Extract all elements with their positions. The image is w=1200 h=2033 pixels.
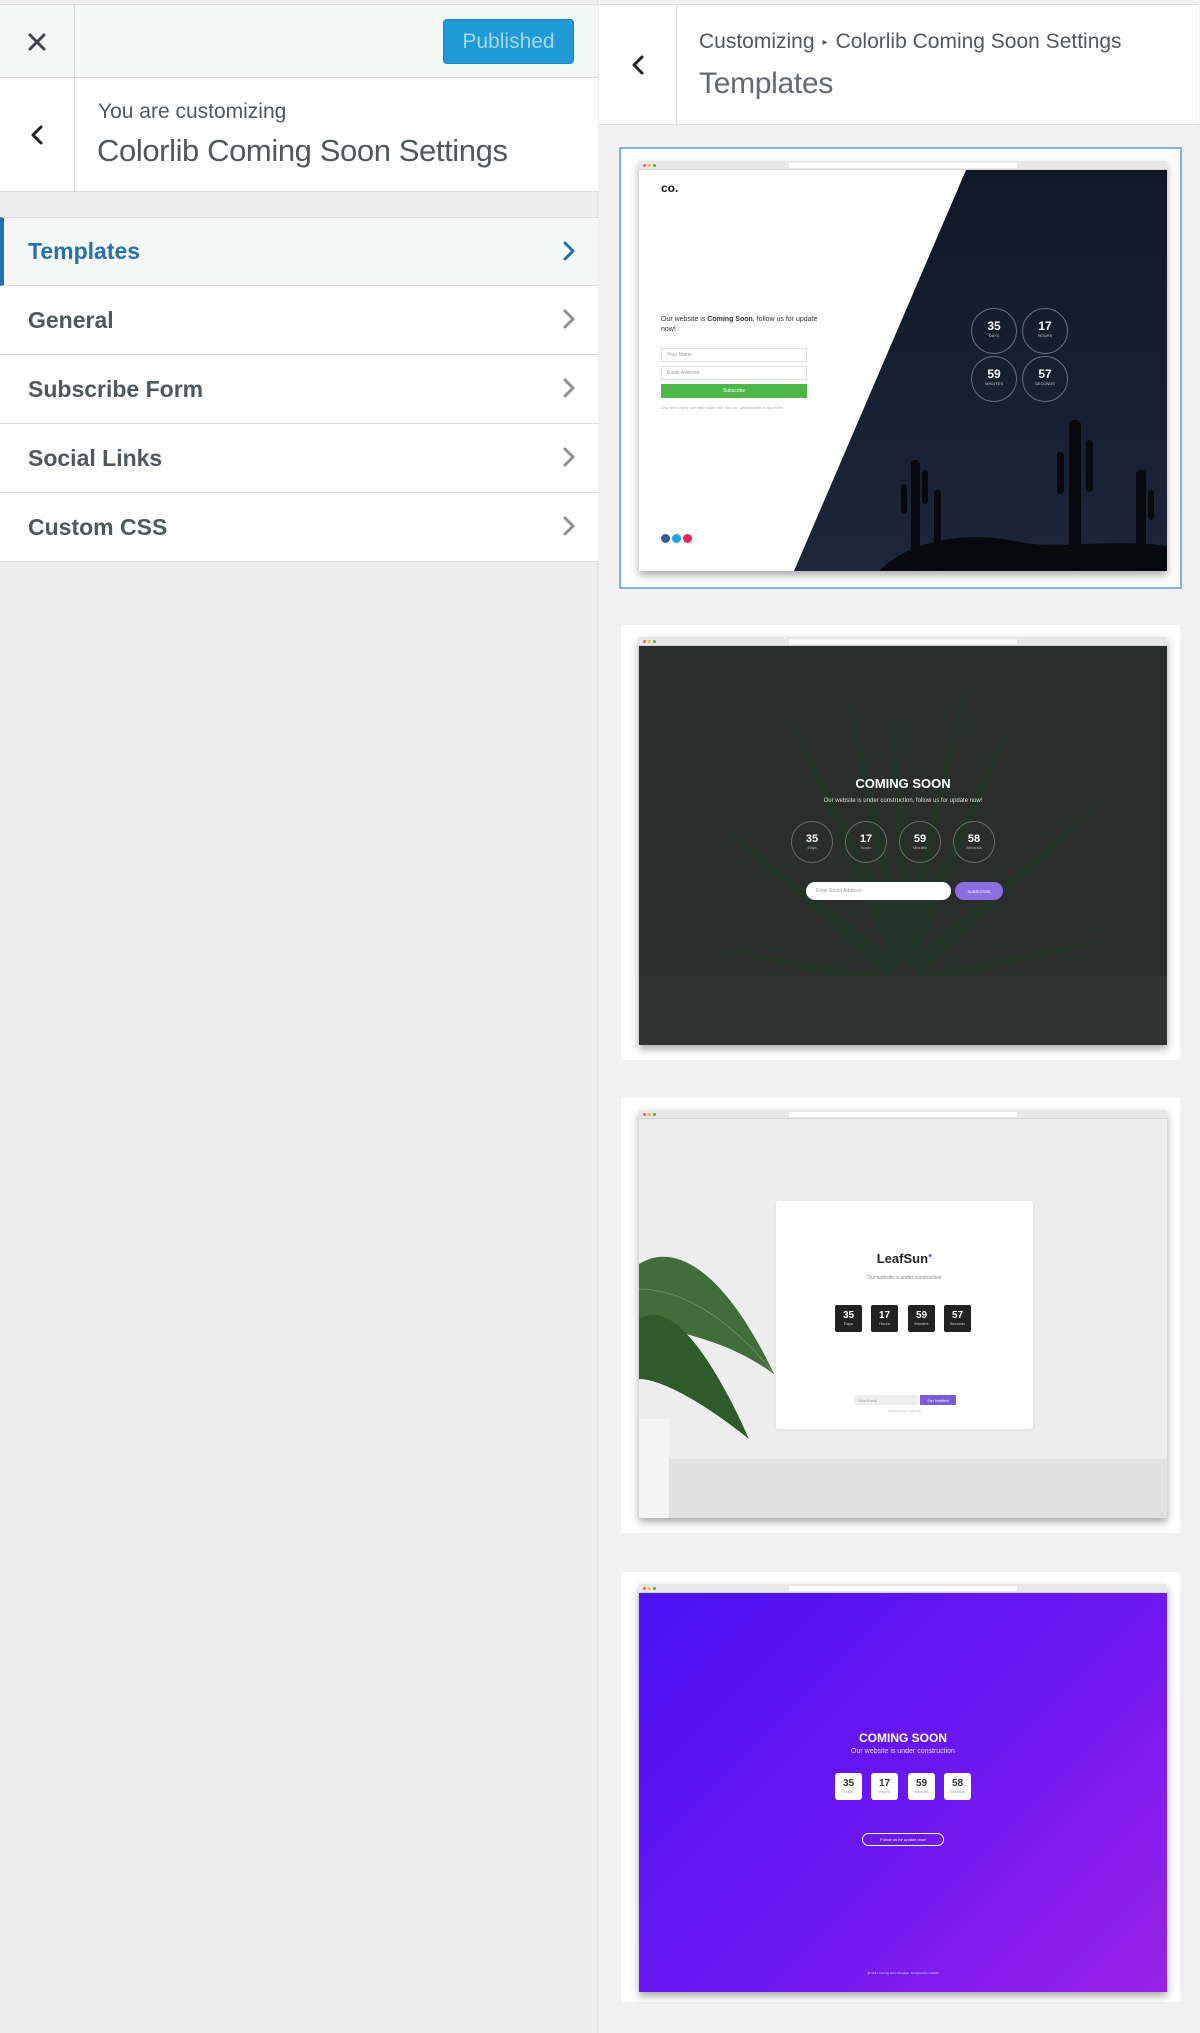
template-subscribe-button: Subscribe — [661, 384, 807, 398]
nav-item-label: Templates — [28, 238, 141, 264]
nav-item-custom-css[interactable]: Custom CSS — [0, 493, 598, 562]
customizing-label: You are customizing — [98, 100, 287, 123]
close-icon — [28, 33, 46, 50]
countdown-days: 35 DAYS — [971, 308, 1017, 354]
nav-item-social-links[interactable]: Social Links — [0, 424, 598, 493]
countdown-days: 35 Days — [835, 1773, 862, 1800]
countdown-seconds: 58 Seconds — [944, 1773, 971, 1800]
template-card-3[interactable]: LeafSun● Our website is under constructi… — [621, 1098, 1180, 1533]
template-tagline: Our website is Coming Soon, follow us fo… — [661, 316, 818, 333]
countdown-minutes: 59 MINUTES — [971, 356, 1017, 402]
nav-item-label: General — [28, 306, 114, 333]
customizer-header: Published — [0, 4, 598, 78]
template-name-field: Your Name — [661, 348, 807, 362]
template-subscribe-button: Get Notified — [920, 1395, 956, 1405]
nav-item-general[interactable]: General — [0, 286, 598, 355]
template-fineprint: And don't worry, we hate spam too! You c… — [661, 405, 784, 410]
section-nav: Templates General Subscribe Form Social … — [0, 217, 598, 562]
chevron-left-icon — [31, 125, 43, 144]
template-fineprint: Contact us at: email here — [887, 1409, 922, 1413]
template-follow-button: Follow us for update now! — [862, 1833, 944, 1846]
browser-chrome — [639, 637, 1167, 646]
breadcrumb-section: Colorlib Coming Soon Settings — [835, 30, 1122, 53]
back-button[interactable] — [0, 78, 75, 191]
facebook-icon — [661, 534, 670, 543]
template-card-4[interactable]: COMING SOON Our website is under constru… — [621, 1572, 1180, 2002]
countdown-hours: 17 Hours — [871, 1773, 898, 1800]
template-heading: COMING SOON — [855, 776, 951, 791]
chevron-left-icon — [632, 55, 643, 75]
countdown-seconds: 57 SECONDS — [1022, 356, 1068, 402]
breadcrumb-root: Customizing — [699, 30, 815, 53]
customizing-info: You are customizing Colorlib Coming Soon… — [0, 78, 598, 192]
template-card-1[interactable]: co. Our website is Coming Soon, follow u… — [619, 147, 1182, 589]
published-button[interactable]: Published — [443, 19, 574, 64]
breadcrumb-separator-icon: ▸ — [822, 36, 828, 48]
nav-item-subscribe-form[interactable]: Subscribe Form — [0, 355, 598, 424]
countdown-hours: 17 HOURS — [1022, 308, 1068, 354]
template-card-2[interactable]: COMING SOON Our website is under constru… — [621, 625, 1180, 1060]
countdown-minutes: 59 Minutes — [899, 821, 941, 863]
template-preview: co. Our website is Coming Soon, follow u… — [639, 161, 1167, 571]
template-email-field: Enter Email Address — [806, 882, 951, 900]
youtube-icon — [683, 534, 692, 543]
breadcrumb: Customizing ▸ Colorlib Coming Soon Setti… — [699, 30, 1122, 54]
nav-item-templates[interactable]: Templates — [0, 217, 598, 286]
twitter-icon — [672, 534, 681, 543]
browser-chrome — [639, 161, 1167, 170]
template-subheading: Our website is under construction — [867, 1275, 942, 1281]
chevron-right-icon — [563, 309, 575, 329]
nav-item-label: Custom CSS — [28, 513, 168, 540]
template-preview: LeafSun● Our website is under constructi… — [639, 1110, 1167, 1518]
chevron-right-icon — [563, 241, 575, 261]
template-card-box: LeafSun● Our website is under constructi… — [776, 1201, 1033, 1429]
customizing-title: Colorlib Coming Soon Settings — [97, 133, 508, 168]
template-email-field: Email Address — [661, 366, 807, 380]
countdown-days: 35 Days — [835, 1305, 862, 1332]
template-subheading: Our website is under construction — [851, 1748, 955, 1755]
panel-header: Customizing ▸ Colorlib Coming Soon Setti… — [599, 4, 1199, 125]
panel-back-button[interactable] — [599, 5, 677, 125]
countdown-minutes: 59 Minutes — [908, 1305, 935, 1332]
browser-chrome — [639, 1110, 1167, 1119]
template-subscribe-button: SUBSCRIBE — [955, 882, 1003, 900]
panel-title: Templates — [699, 67, 834, 100]
chevron-right-icon — [563, 378, 575, 398]
countdown-days: 35 Days — [791, 821, 833, 863]
chevron-right-icon — [563, 516, 575, 536]
template-preview: COMING SOON Our website is under constru… — [639, 637, 1167, 1045]
countdown-seconds: 57 Seconds — [944, 1305, 971, 1332]
chevron-right-icon — [563, 447, 575, 467]
nav-item-label: Social Links — [28, 444, 163, 471]
countdown-seconds: 58 Seconds — [953, 821, 995, 863]
nav-item-label: Subscribe Form — [28, 375, 204, 402]
countdown-minutes: 59 Minutes — [908, 1773, 935, 1800]
template-email-field: Your Email — [854, 1395, 918, 1405]
template-heading: COMING SOON — [858, 1731, 947, 1745]
template-brand: LeafSun● — [876, 1251, 933, 1266]
template-subheading: Our website is under construction, follo… — [823, 798, 983, 804]
browser-chrome — [639, 1584, 1167, 1593]
template-preview: COMING SOON Our website is under constru… — [639, 1584, 1167, 1992]
close-customizer-button[interactable] — [0, 5, 75, 78]
template-logo: co. — [661, 181, 679, 195]
countdown-hours: 17 Hours — [871, 1305, 898, 1332]
template-footer: @ 2017 Coming soon Template. Designed by… — [867, 1971, 939, 1975]
customizer-sidebar: Published You are customizing Colorlib C… — [0, 0, 598, 2033]
templates-panel: Customizing ▸ Colorlib Coming Soon Setti… — [599, 0, 1200, 2033]
countdown-hours: 17 Hours — [845, 821, 887, 863]
